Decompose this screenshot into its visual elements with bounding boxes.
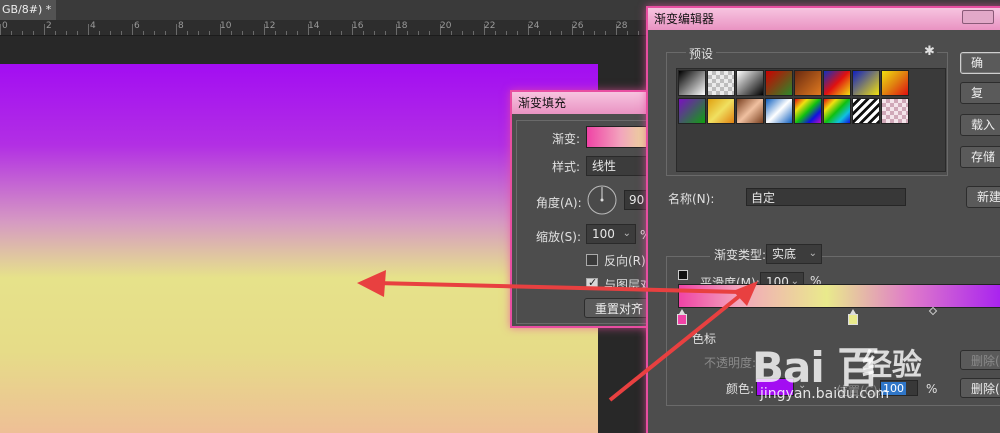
chevron-down-icon[interactable]: ⌄ xyxy=(798,380,806,391)
preset-swatch[interactable] xyxy=(765,98,793,124)
close-button[interactable] xyxy=(962,10,994,24)
align-with-layer-label: 与图层对 xyxy=(604,278,653,292)
ruler-label: 16 xyxy=(352,21,364,31)
reset-button[interactable]: 复 xyxy=(960,82,1000,104)
gear-icon[interactable]: ✱ xyxy=(922,44,937,59)
delete-color-button[interactable]: 删除(D xyxy=(960,378,1000,398)
document-tab-title: GB/8#) * xyxy=(2,3,52,16)
preset-swatch[interactable] xyxy=(678,98,706,124)
gradient-editor-title[interactable]: 渐变编辑器 xyxy=(648,8,1000,30)
delete-opacity-button[interactable]: 删除(D xyxy=(960,350,1000,370)
preset-swatch[interactable] xyxy=(881,70,909,96)
stops-label: 色标 xyxy=(692,330,717,347)
preset-swatch[interactable] xyxy=(678,70,706,96)
document-canvas[interactable] xyxy=(0,64,598,433)
position-unit: % xyxy=(926,382,938,396)
scale-label: 缩放(S): xyxy=(536,230,582,244)
preset-swatch[interactable] xyxy=(736,70,764,96)
preset-swatch[interactable] xyxy=(765,70,793,96)
ruler-label: 24 xyxy=(528,21,540,31)
angle-dial[interactable] xyxy=(586,184,618,216)
ruler-label: 22 xyxy=(484,21,496,31)
preset-swatch[interactable] xyxy=(852,70,880,96)
reverse-label: 反向(R) xyxy=(604,254,646,268)
preset-swatch[interactable] xyxy=(823,70,851,96)
preset-swatch[interactable] xyxy=(707,70,735,96)
document-tab[interactable]: GB/8#) *× xyxy=(0,0,67,20)
ruler-label: 0 xyxy=(2,21,8,31)
save-button[interactable]: 存储 xyxy=(960,146,1000,168)
reverse-checkbox[interactable] xyxy=(586,254,598,266)
color-chip[interactable] xyxy=(756,378,794,396)
ruler-label: 20 xyxy=(440,21,452,31)
ruler-label: 26 xyxy=(572,21,584,31)
name-label: 名称(N): xyxy=(668,192,715,206)
gradient-type-value: 实底 xyxy=(772,247,797,261)
ruler-label: 4 xyxy=(90,21,96,31)
position-input[interactable]: 100 xyxy=(880,380,918,396)
gradient-fill-dialog: 渐变填充 渐变: 样式: 线性 角度(A): 90 缩放(S): 100⌄ % … xyxy=(510,90,666,328)
gradient-editor-dialog: 渐变编辑器 预设 ✱ 确 复 载入 存储 名称(N): 自定 新建 渐变类型: … xyxy=(646,6,1000,433)
style-select-value: 线性 xyxy=(592,159,617,173)
presets-grid xyxy=(676,68,946,172)
position-value: 100 xyxy=(881,382,906,395)
name-input[interactable]: 自定 xyxy=(746,188,906,206)
new-button[interactable]: 新建 xyxy=(966,186,1000,208)
style-label: 样式: xyxy=(552,160,581,174)
chevron-down-icon: ⌄ xyxy=(622,228,631,239)
position-label: 位置(C): xyxy=(836,384,882,398)
scale-select[interactable]: 100 ⌄ xyxy=(586,224,636,244)
ok-button[interactable]: 确 xyxy=(960,52,1000,74)
ruler-label: 6 xyxy=(134,21,140,31)
ruler-label: 28 xyxy=(616,21,628,31)
preset-swatch[interactable] xyxy=(707,98,735,124)
color-stop-start[interactable] xyxy=(677,309,687,325)
ruler-label: 14 xyxy=(308,21,320,31)
preset-swatch[interactable] xyxy=(852,98,880,124)
load-button[interactable]: 载入 xyxy=(960,114,1000,136)
preset-swatch[interactable] xyxy=(794,70,822,96)
gradient-label: 渐变: xyxy=(552,132,581,146)
opacity-stop[interactable] xyxy=(678,270,688,280)
color-label: 颜色: xyxy=(726,382,755,396)
scale-value: 100 xyxy=(592,227,615,241)
preset-swatch[interactable] xyxy=(881,98,909,124)
chevron-down-icon: ⌄ xyxy=(808,248,817,259)
preset-swatch[interactable] xyxy=(823,98,851,124)
ruler-label: 10 xyxy=(220,21,232,31)
align-with-layer-checkbox[interactable] xyxy=(586,276,598,290)
preset-swatch[interactable] xyxy=(736,98,764,124)
gradient-bar[interactable] xyxy=(678,284,1000,308)
presets-label: 预设 xyxy=(686,45,717,62)
gradient-type-label: 渐变类型: xyxy=(710,246,771,263)
preset-swatch[interactable] xyxy=(794,98,822,124)
ruler-label: 18 xyxy=(396,21,408,31)
ruler-label: 2 xyxy=(46,21,52,31)
ruler-label: 8 xyxy=(178,21,184,31)
gradient-fill-group xyxy=(516,120,666,324)
gradient-fill-title[interactable]: 渐变填充 xyxy=(512,92,656,114)
ruler-label: 12 xyxy=(264,21,276,31)
gradient-type-select[interactable]: 实底 ⌄ xyxy=(766,244,822,264)
angle-label: 角度(A): xyxy=(536,196,582,210)
opacity-label: 不透明度: xyxy=(704,356,757,370)
color-stop-mid[interactable] xyxy=(848,309,858,325)
